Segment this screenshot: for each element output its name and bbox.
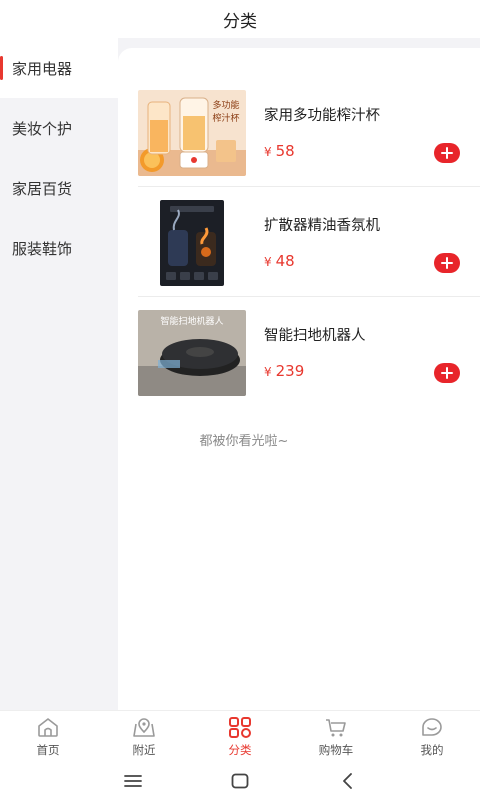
- back-arrow-icon: [342, 773, 352, 789]
- system-nav-bar: [0, 762, 480, 800]
- product-panel: 多功能 榨汁杯 家用多功能榨汁杯 ¥58 扩散器精油香氛机 ¥ 48 智能扫地机…: [118, 38, 480, 710]
- profile-icon: [422, 718, 442, 736]
- menu-button[interactable]: [113, 766, 153, 796]
- image-caption: 榨汁杯: [212, 112, 239, 124]
- tab-label: 附近: [132, 743, 156, 757]
- product-name[interactable]: 智能扫地机器人: [264, 324, 366, 345]
- sidebar-item-home-goods[interactable]: 家居百货: [0, 158, 118, 218]
- bottom-tab-bar: 首页 附近 分类 购物车 我的: [0, 710, 480, 762]
- sidebar-item-apparel[interactable]: 服装鞋饰: [0, 218, 118, 278]
- plus-icon: [441, 257, 453, 269]
- end-of-list-text: 都被你看光啦~: [199, 434, 289, 449]
- image-caption: 多功能: [212, 99, 239, 111]
- divider: [138, 186, 480, 187]
- tab-label: 首页: [36, 743, 60, 757]
- product-price: ¥239: [264, 362, 304, 380]
- page-title: 分类: [223, 11, 257, 32]
- tab-category[interactable]: 分类: [192, 711, 288, 762]
- category-grid-icon: [229, 717, 251, 738]
- tab-label: 我的: [420, 743, 444, 757]
- price-value: 239: [275, 362, 305, 380]
- product-price: ¥48: [264, 252, 295, 270]
- category-sidebar: 家用电器 美妆个护 家居百货 服装鞋饰: [0, 38, 118, 710]
- currency-symbol: ¥: [264, 365, 272, 379]
- cart-icon: [326, 719, 346, 737]
- product-card[interactable]: 多功能 榨汁杯 家用多功能榨汁杯 ¥58: [138, 90, 460, 200]
- aroma-diffuser-image[interactable]: [160, 200, 224, 286]
- product-card[interactable]: 智能扫地机器人 智能扫地机器人 ¥239: [138, 310, 460, 420]
- menu-icon: [124, 775, 143, 787]
- square-icon: [231, 773, 249, 789]
- sidebar-item-beauty[interactable]: 美妆个护: [0, 98, 118, 158]
- sidebar-item-label: 家用电器: [12, 59, 73, 78]
- juicer-cup-image[interactable]: 多功能 榨汁杯: [138, 90, 246, 176]
- price-value: 48: [275, 252, 295, 270]
- currency-symbol: ¥: [264, 145, 272, 159]
- add-to-cart-button[interactable]: [434, 143, 460, 163]
- tab-nearby[interactable]: 附近: [96, 711, 192, 762]
- currency-symbol: ¥: [264, 255, 272, 269]
- tab-label: 购物车: [318, 743, 354, 757]
- divider: [138, 296, 480, 297]
- tab-profile[interactable]: 我的: [384, 711, 480, 762]
- sidebar-item-label: 服装鞋饰: [12, 239, 73, 258]
- product-name[interactable]: 家用多功能榨汁杯: [264, 104, 380, 125]
- sidebar-item-appliances[interactable]: 家用电器: [0, 38, 118, 98]
- product-name[interactable]: 扩散器精油香氛机: [264, 214, 380, 235]
- image-caption: 智能扫地机器人: [160, 315, 223, 327]
- back-button[interactable]: [327, 766, 367, 796]
- home-button[interactable]: [220, 766, 260, 796]
- tab-home[interactable]: 首页: [0, 711, 96, 762]
- product-list: 多功能 榨汁杯 家用多功能榨汁杯 ¥58 扩散器精油香氛机 ¥ 48 智能扫地机…: [118, 48, 480, 710]
- add-to-cart-button[interactable]: [434, 363, 460, 383]
- robot-vacuum-image[interactable]: 智能扫地机器人: [138, 310, 246, 396]
- product-card[interactable]: 扩散器精油香氛机 ¥48: [138, 200, 460, 310]
- tab-cart[interactable]: 购物车: [288, 711, 384, 762]
- tab-label: 分类: [228, 743, 252, 757]
- home-icon: [38, 718, 58, 737]
- plus-icon: [441, 147, 453, 159]
- product-price: ¥58: [264, 142, 295, 160]
- sidebar-item-label: 家居百货: [12, 179, 73, 198]
- sidebar-item-label: 美妆个护: [12, 119, 73, 138]
- add-to-cart-button[interactable]: [434, 253, 460, 273]
- price-value: 58: [275, 142, 295, 160]
- map-pin-icon: [133, 718, 155, 737]
- top-header: 分类: [0, 0, 480, 38]
- plus-icon: [441, 367, 453, 379]
